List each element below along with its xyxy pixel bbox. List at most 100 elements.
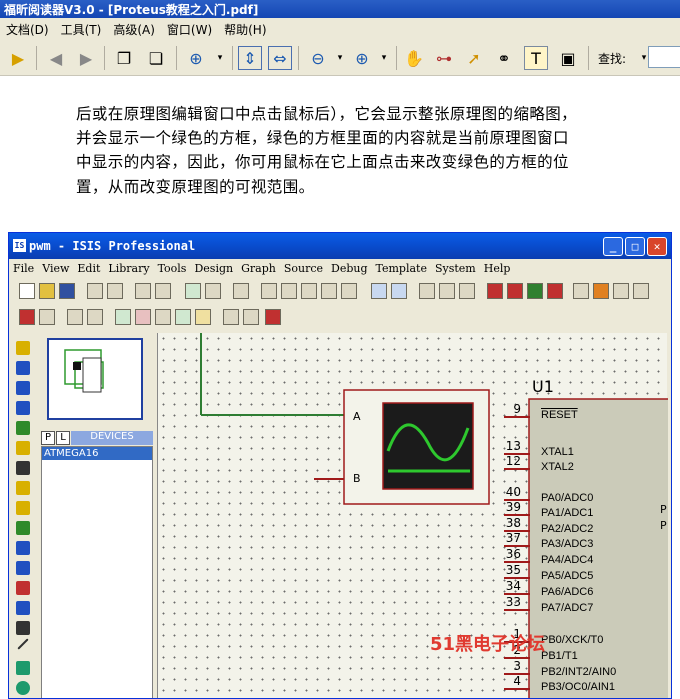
generator-icon[interactable]	[16, 561, 30, 575]
menu-window[interactable]: 窗口(W)	[161, 18, 218, 38]
isis-menu-library[interactable]: Library	[104, 259, 153, 275]
save-icon[interactable]	[59, 283, 75, 299]
device-list[interactable]: ATMEGA16	[41, 446, 153, 698]
circle-icon[interactable]	[16, 681, 30, 695]
isis-menu-debug[interactable]: Debug	[327, 259, 372, 275]
annotate-icon[interactable]	[195, 309, 211, 325]
reader-glasses-icon[interactable]: ⊶	[432, 46, 456, 70]
paste-icon[interactable]	[459, 283, 475, 299]
make-device-icon[interactable]	[593, 283, 609, 299]
overview-window[interactable]	[47, 338, 143, 420]
block-copy-icon[interactable]	[487, 283, 503, 299]
component-mode-icon[interactable]	[16, 341, 30, 355]
back-icon[interactable]: ◀	[44, 46, 68, 70]
isis-menu-design[interactable]: Design	[190, 259, 237, 275]
goto-sheet-icon[interactable]	[155, 309, 171, 325]
isis-menu-graph[interactable]: Graph	[237, 259, 280, 275]
graph-icon[interactable]	[16, 521, 30, 535]
pan-icon[interactable]	[261, 283, 277, 299]
property-assign-icon[interactable]	[87, 309, 103, 325]
voltage-probe-icon[interactable]	[16, 581, 30, 595]
cut-icon[interactable]	[419, 283, 435, 299]
paste-page-icon[interactable]: ❏	[144, 46, 168, 70]
menu-document[interactable]: 文档(D)	[0, 18, 55, 38]
select-arrow-icon[interactable]	[16, 461, 30, 475]
current-probe-icon[interactable]	[16, 601, 30, 615]
play-icon[interactable]: ▶	[6, 46, 30, 70]
fit-page-icon[interactable]: ⇕	[238, 46, 262, 70]
find-input[interactable]	[648, 46, 680, 68]
import-icon[interactable]	[87, 283, 103, 299]
menu-tools[interactable]: 工具(T)	[55, 18, 108, 38]
subcircuit-icon[interactable]	[16, 441, 30, 455]
binoculars-icon[interactable]: ⚭	[492, 46, 516, 70]
zoom-all-icon[interactable]	[321, 283, 337, 299]
hand-icon[interactable]: ✋	[402, 46, 426, 70]
print-icon[interactable]	[135, 283, 151, 299]
box-icon[interactable]	[16, 661, 30, 675]
remove-sheet-icon[interactable]	[135, 309, 151, 325]
text-script-icon[interactable]	[16, 401, 30, 415]
line-icon[interactable]	[17, 638, 29, 650]
isis-menu-view[interactable]: View	[38, 259, 73, 275]
isis-menu-help[interactable]: Help	[480, 259, 515, 275]
menu-advanced[interactable]: 高级(A)	[107, 18, 161, 38]
isis-menu-source[interactable]: Source	[280, 259, 327, 275]
undo-icon[interactable]	[371, 283, 387, 299]
zoom-out-dropdown-icon[interactable]: ▾	[328, 46, 352, 70]
wire-autoroute-icon[interactable]	[19, 309, 35, 325]
bus-icon[interactable]	[16, 421, 30, 435]
print-area-icon[interactable]	[155, 283, 171, 299]
export-icon[interactable]	[107, 283, 123, 299]
maximize-icon[interactable]: □	[625, 237, 645, 256]
wire-label-icon[interactable]	[16, 381, 30, 395]
search-tag-icon[interactable]	[39, 309, 55, 325]
copy-icon[interactable]	[439, 283, 455, 299]
isis-menu-file[interactable]: File	[9, 259, 38, 275]
isis-menu-tools[interactable]: Tools	[154, 259, 191, 275]
block-move-icon[interactable]	[507, 283, 523, 299]
parent-sheet-icon[interactable]	[175, 309, 191, 325]
zoom-out-icon[interactable]	[301, 283, 317, 299]
block-rotate-icon[interactable]	[527, 283, 543, 299]
tape-icon[interactable]	[16, 541, 30, 555]
grid-icon[interactable]	[205, 283, 221, 299]
text-select-icon[interactable]: T	[524, 46, 548, 70]
select-arrow-icon[interactable]: ➚	[462, 46, 486, 70]
isis-menu-edit[interactable]: Edit	[73, 259, 104, 275]
tab-library[interactable]: L	[56, 431, 70, 445]
new-sheet-icon[interactable]	[115, 309, 131, 325]
zoom-dropdown-icon[interactable]: ▾	[208, 46, 232, 70]
list-item[interactable]: ATMEGA16	[42, 447, 152, 460]
packaging-icon[interactable]	[613, 283, 629, 299]
bom-icon[interactable]	[243, 309, 259, 325]
zoom-tool-icon[interactable]: ⊕	[184, 46, 208, 70]
zoom-in-icon[interactable]: ⊕	[350, 46, 374, 70]
snapshot-icon[interactable]: ▣	[556, 46, 580, 70]
zoom-in-icon[interactable]	[281, 283, 297, 299]
forward-icon[interactable]: ▶	[74, 46, 98, 70]
refresh-icon[interactable]	[185, 283, 201, 299]
block-delete-icon[interactable]	[547, 283, 563, 299]
new-icon[interactable]	[19, 283, 35, 299]
open-icon[interactable]	[39, 283, 55, 299]
pick-device-icon[interactable]	[573, 283, 589, 299]
ares-icon[interactable]	[265, 309, 281, 325]
junction-icon[interactable]	[16, 361, 30, 375]
origin-icon[interactable]	[233, 283, 249, 299]
search-icon[interactable]	[67, 309, 83, 325]
decompose-icon[interactable]	[633, 283, 649, 299]
menu-help[interactable]: 帮助(H)	[218, 18, 272, 38]
fit-width-icon[interactable]: ⇔	[268, 46, 292, 70]
terminal-icon[interactable]	[16, 481, 30, 495]
schematic-canvas[interactable]: A B U1 9 RESET 13 XTAL1 12 XTAL2 40 PA0/ADC0 39 P…	[157, 333, 670, 698]
virtual-instrument-icon[interactable]	[16, 621, 30, 635]
isis-menu-template[interactable]: Template	[372, 259, 431, 275]
pin-icon[interactable]	[16, 501, 30, 515]
zoom-out-icon[interactable]: ⊖	[306, 46, 330, 70]
netlist-icon[interactable]	[223, 309, 239, 325]
copy-page-icon[interactable]: ❐	[112, 46, 136, 70]
redo-icon[interactable]	[391, 283, 407, 299]
zoom-area-icon[interactable]	[341, 283, 357, 299]
zoom-in-dropdown-icon[interactable]: ▾	[372, 46, 396, 70]
